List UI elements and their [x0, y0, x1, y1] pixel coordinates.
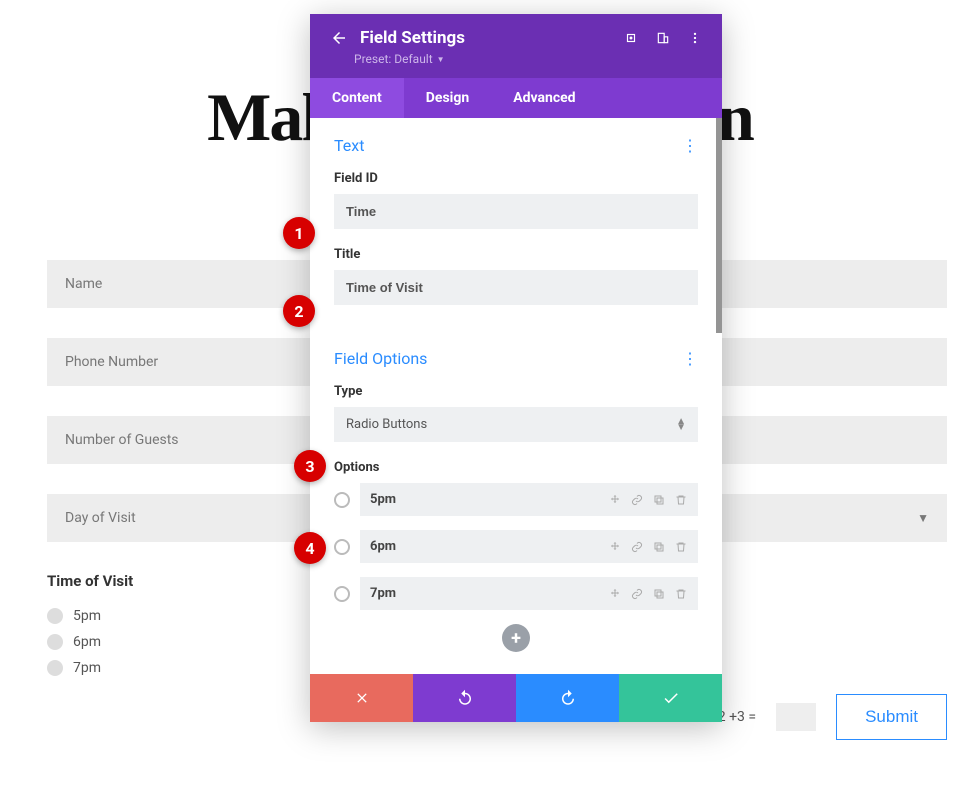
option-text: 6pm: [370, 539, 396, 554]
duplicate-icon[interactable]: [652, 587, 666, 601]
captcha-input[interactable]: [776, 703, 816, 731]
panel-tabs: Content Design Advanced: [310, 78, 722, 118]
captcha-row: 12 +3 = Submit: [710, 694, 947, 740]
callout-badge-4: 4: [294, 532, 326, 564]
option-text: 5pm: [370, 492, 396, 507]
field-options-section: Field Options ⋮ Type Radio Buttons ▲▼ Op…: [310, 331, 722, 674]
responsive-icon[interactable]: [656, 31, 670, 45]
move-icon[interactable]: [608, 540, 622, 554]
option-input[interactable]: 7pm: [360, 577, 698, 610]
back-arrow-icon[interactable]: [330, 29, 348, 47]
title-input[interactable]: [334, 270, 698, 305]
add-option-button[interactable]: +: [502, 624, 530, 652]
panel-header: Field Settings Preset: Default ▼ Content…: [310, 14, 722, 118]
tab-content[interactable]: Content: [310, 78, 404, 118]
text-section-title: Text: [334, 136, 364, 155]
option-row: 5pm: [334, 483, 698, 516]
type-value: Radio Buttons: [346, 417, 427, 432]
radio-label: 5pm: [73, 608, 101, 624]
duplicate-icon[interactable]: [652, 493, 666, 507]
move-icon[interactable]: [608, 587, 622, 601]
cancel-button[interactable]: [310, 674, 413, 722]
type-select[interactable]: Radio Buttons ▲▼: [334, 407, 698, 442]
move-icon[interactable]: [608, 493, 622, 507]
radio-icon: [47, 608, 63, 624]
option-row: 7pm: [334, 577, 698, 610]
preset-label: Preset: Default: [354, 52, 433, 66]
field-settings-panel: Field Settings Preset: Default ▼ Content…: [310, 14, 722, 722]
title-label: Title: [334, 247, 698, 262]
radio-icon: [47, 634, 63, 650]
panel-body: Text ⋮ Field ID Title Field Options ⋮ Ty…: [310, 118, 722, 674]
preset-dropdown[interactable]: Preset: Default ▼: [310, 52, 722, 78]
option-input[interactable]: 6pm: [360, 530, 698, 563]
caret-down-icon: ▼: [437, 55, 445, 64]
select-arrows-icon: ▲▼: [676, 419, 686, 431]
section-menu-icon[interactable]: ⋮: [682, 349, 698, 368]
option-radio[interactable]: [334, 586, 350, 602]
link-icon[interactable]: [630, 540, 644, 554]
undo-button[interactable]: [413, 674, 516, 722]
field-id-label: Field ID: [334, 171, 698, 186]
callout-badge-1: 1: [283, 217, 315, 249]
trash-icon[interactable]: [674, 587, 688, 601]
option-radio[interactable]: [334, 539, 350, 555]
options-label: Options: [334, 460, 698, 475]
panel-title: Field Settings: [360, 28, 612, 48]
link-icon[interactable]: [630, 493, 644, 507]
tab-advanced[interactable]: Advanced: [491, 78, 597, 118]
option-row: 6pm: [334, 530, 698, 563]
expand-icon[interactable]: [624, 31, 638, 45]
submit-button[interactable]: Submit: [836, 694, 947, 740]
section-menu-icon[interactable]: ⋮: [682, 136, 698, 155]
radio-icon: [47, 660, 63, 676]
field-options-title: Field Options: [334, 349, 427, 368]
redo-button[interactable]: [516, 674, 619, 722]
type-label: Type: [334, 384, 698, 399]
trash-icon[interactable]: [674, 493, 688, 507]
scrollbar[interactable]: [716, 118, 722, 333]
more-icon[interactable]: [688, 31, 702, 45]
caret-down-icon: ▼: [917, 511, 929, 525]
panel-footer: [310, 674, 722, 722]
text-section: Text ⋮ Field ID Title: [310, 118, 722, 331]
callout-badge-3: 3: [294, 450, 326, 482]
save-button[interactable]: [619, 674, 722, 722]
day-select-label: Day of Visit: [65, 510, 136, 526]
trash-icon[interactable]: [674, 540, 688, 554]
option-input[interactable]: 5pm: [360, 483, 698, 516]
link-icon[interactable]: [630, 587, 644, 601]
radio-label: 7pm: [73, 660, 101, 676]
tab-design[interactable]: Design: [404, 78, 491, 118]
option-text: 7pm: [370, 586, 396, 601]
callout-badge-2: 2: [283, 295, 315, 327]
field-id-input[interactable]: [334, 194, 698, 229]
option-radio[interactable]: [334, 492, 350, 508]
duplicate-icon[interactable]: [652, 540, 666, 554]
radio-label: 6pm: [73, 634, 101, 650]
